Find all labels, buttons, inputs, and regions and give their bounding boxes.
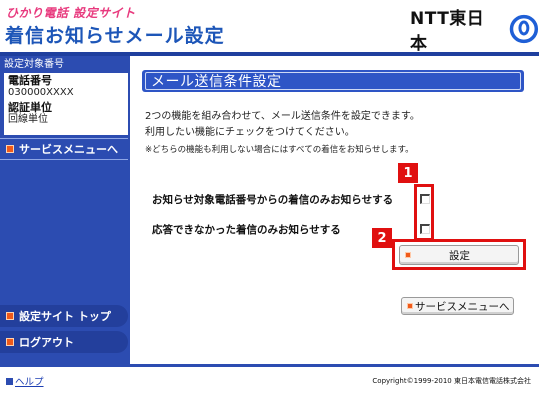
service-menu-label: サービスメニューへ [19,143,118,156]
footer: ヘルプ Copyright©1999-2010 東日本電信電話株式会社 [0,367,539,399]
checkbox-known-numbers[interactable] [420,194,430,204]
bullet-square-icon [6,312,14,320]
service-menu-button-label: サービスメニューへ [415,300,510,313]
description-note: ※どちらの機能も利用しない場合にはすべての着信をお知らせします。 [145,145,414,155]
bullet-square-icon [6,377,13,385]
main-content: メール送信条件設定 2つの機能を組み合わせて、メール送信条件を設定できます。 利… [130,56,539,364]
target-number-box: 電話番号 030000XXXX 認証単位 回線単位 [4,73,128,135]
ntt-logo: NTT東日本 [410,9,539,54]
site-subtitle: ひかり電話 設定サイト [6,6,136,20]
submit-button[interactable]: 設定 [399,245,519,265]
ntt-logo-icon [509,14,539,44]
bullet-square-icon [6,145,14,153]
callout-number-1: 1 [398,163,418,183]
description-line: 2つの機能を組み合わせて、メール送信条件を設定できます。 [145,111,420,122]
bullet-square-icon [6,338,14,346]
submit-button-label: 設定 [449,249,470,262]
service-menu-link[interactable]: サービスメニューへ [0,138,128,160]
page-title: 着信お知らせメール設定 [5,25,225,47]
help-link[interactable]: ヘルプ [6,374,44,388]
phone-number-value: 030000XXXX [8,87,74,98]
brand-name: NTT東日本 [410,9,485,54]
option-label-known-numbers: お知らせ対象電話番号からの着信のみお知らせする [152,194,394,206]
phone-number-label: 電話番号 [8,74,52,87]
logout-button[interactable]: ログアウト [0,331,128,353]
settings-top-label: 設定サイト トップ [19,310,111,323]
service-menu-button[interactable]: サービスメニューへ [401,297,514,315]
description: 2つの機能を組み合わせて、メール送信条件を設定できます。 利用したい機能にチェッ… [145,109,530,157]
section-title-bar: メール送信条件設定 [142,70,524,92]
callout-number-2: 2 [372,228,392,248]
bullet-square-icon [407,303,413,309]
copyright: Copyright©1999-2010 東日本電信電話株式会社 [372,377,531,385]
auth-unit-label: 認証単位 [8,101,52,114]
sidebar: 設定対象番号 電話番号 030000XXXX 認証単位 回線単位 サービスメニュ… [0,56,130,364]
section-title: メール送信条件設定 [151,74,282,90]
help-link-label: ヘルプ [15,377,44,388]
target-number-label: 設定対象番号 [4,59,64,70]
header: ひかり電話 設定サイト 着信お知らせメール設定 NTT東日本 [0,0,539,56]
auth-unit-value: 回線単位 [8,114,48,125]
target-number-panel: 設定対象番号 電話番号 030000XXXX 認証単位 回線単位 [4,59,128,135]
checkbox-missed-calls[interactable] [420,224,430,234]
description-line: 利用したい機能にチェックをつけてください。 [145,127,355,138]
settings-top-button[interactable]: 設定サイト トップ [0,305,128,327]
logout-label: ログアウト [19,336,74,349]
option-label-missed-calls: 応答できなかった着信のみお知らせする [152,224,341,236]
